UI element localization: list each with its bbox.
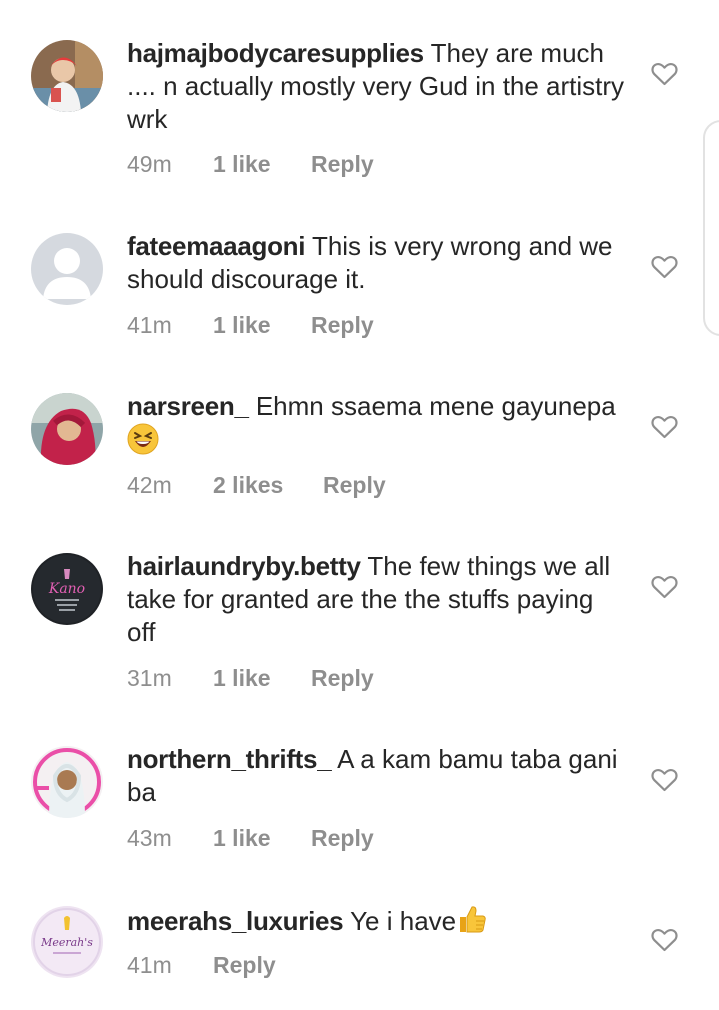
comment-username[interactable]: northern_thrifts_ xyxy=(127,744,332,774)
heart-icon[interactable] xyxy=(651,62,678,86)
comment-text: Ehmn ssaema mene gayunepa xyxy=(255,391,616,421)
comment-time: 43m xyxy=(127,825,172,851)
avatar-logo-text: Meerah's xyxy=(40,936,93,949)
heart-icon[interactable] xyxy=(651,928,678,952)
comment-likes[interactable]: 1 like xyxy=(213,312,271,339)
comment-likes[interactable]: 1 like xyxy=(213,665,271,692)
reply-button[interactable]: Reply xyxy=(323,472,386,499)
comment-time: 41m xyxy=(127,312,172,338)
comment-likes[interactable]: 1 like xyxy=(213,825,271,852)
side-panel-edge xyxy=(703,120,719,336)
comment-time: 49m xyxy=(127,151,172,177)
heart-icon[interactable] xyxy=(651,768,678,792)
reply-button[interactable]: Reply xyxy=(311,665,374,692)
comment-username[interactable]: hajmajbodycaresupplies xyxy=(127,38,424,68)
comment-likes[interactable]: 1 like xyxy=(213,151,271,178)
grinning-squinting-face-icon xyxy=(127,423,159,455)
reply-button[interactable]: Reply xyxy=(311,151,374,178)
avatar[interactable] xyxy=(31,393,103,465)
avatar[interactable]: Kano xyxy=(31,553,103,625)
heart-icon[interactable] xyxy=(651,415,678,439)
reply-button[interactable]: Reply xyxy=(311,312,374,339)
avatar-logo-text: Kano xyxy=(48,581,85,597)
comment-username[interactable]: narsreen_ xyxy=(127,391,249,421)
reply-button[interactable]: Reply xyxy=(311,825,374,852)
reply-button[interactable]: Reply xyxy=(213,952,276,979)
comment-time: 41m xyxy=(127,952,172,978)
avatar[interactable] xyxy=(31,40,103,112)
avatar[interactable]: Meerah's xyxy=(31,906,103,978)
comment-likes[interactable]: 2 likes xyxy=(213,472,283,499)
thumbs-up-icon xyxy=(460,906,486,933)
comment-text: Ye i have xyxy=(350,906,457,936)
heart-icon[interactable] xyxy=(651,575,678,599)
comment-time: 42m xyxy=(127,472,172,498)
comment-username[interactable]: meerahs_luxuries xyxy=(127,906,344,936)
avatar[interactable] xyxy=(31,746,103,818)
heart-icon[interactable] xyxy=(651,255,678,279)
avatar[interactable] xyxy=(31,233,103,305)
comment-time: 31m xyxy=(127,665,172,691)
comment-username[interactable]: hairlaundryby.betty xyxy=(127,551,361,581)
comment-username[interactable]: fateemaaagoni xyxy=(127,231,305,261)
